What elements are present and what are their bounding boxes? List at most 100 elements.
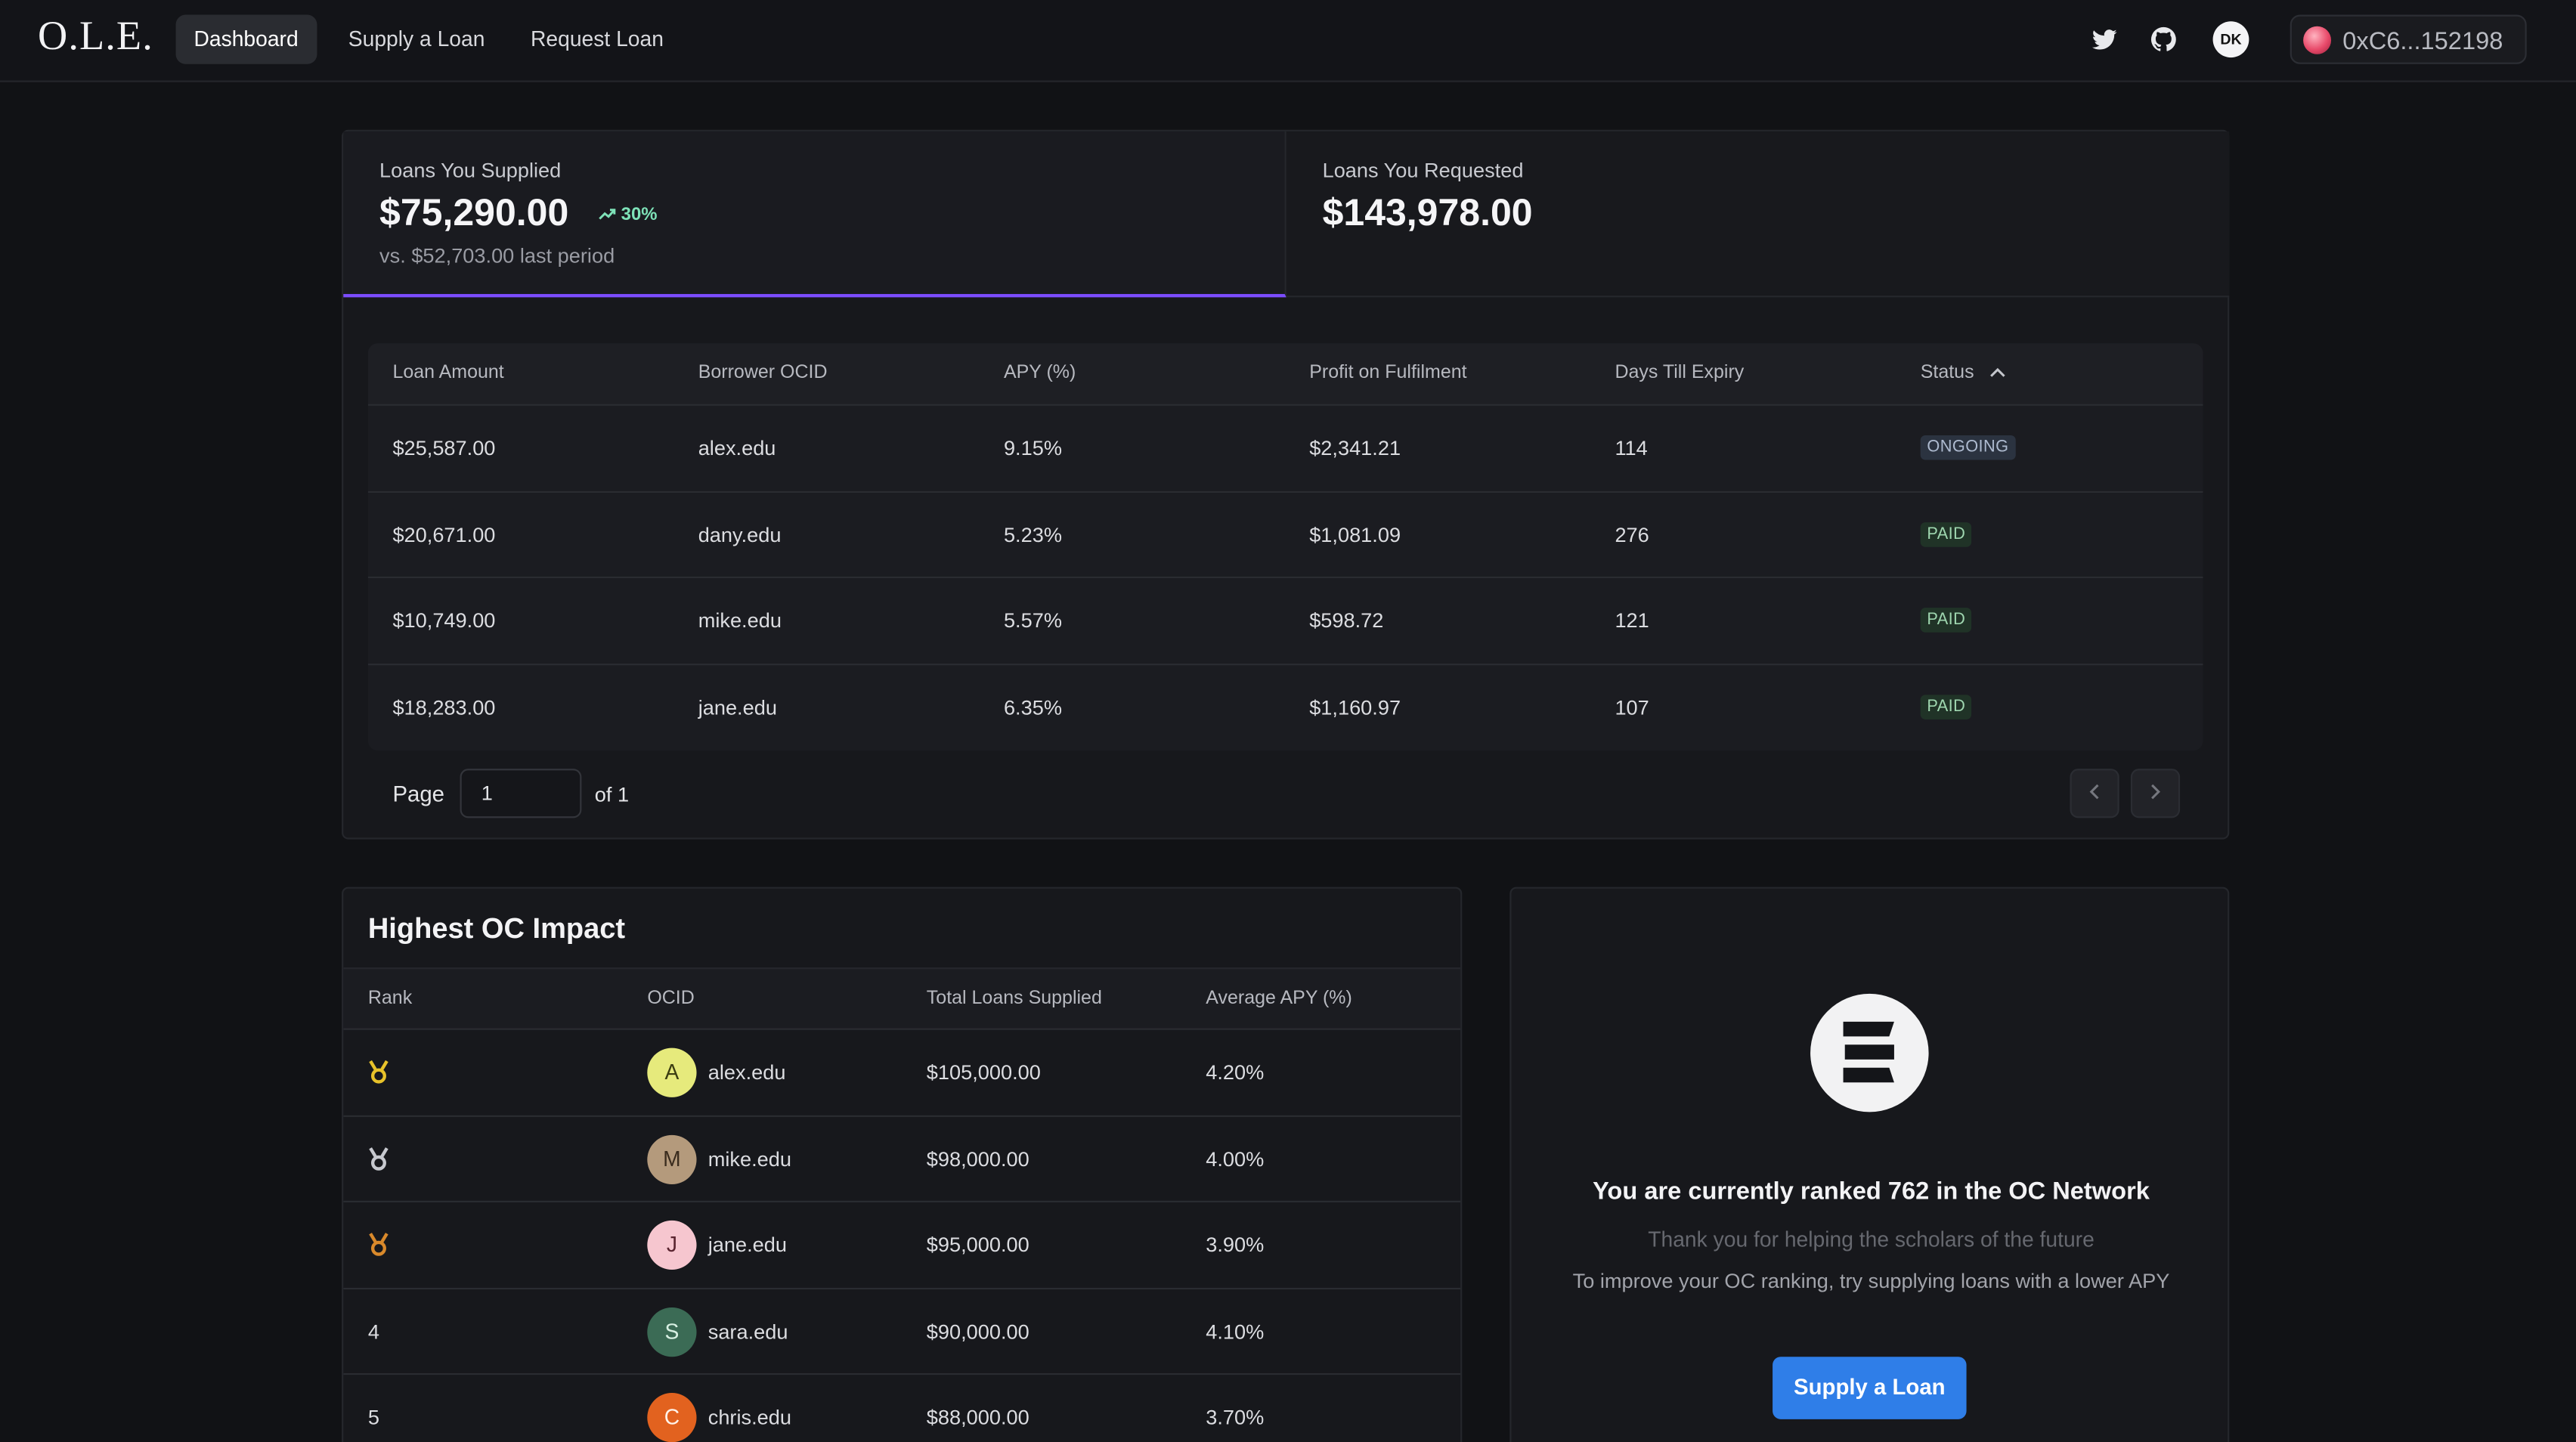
supply-loan-button[interactable]: Supply a Loan <box>1773 1357 1967 1419</box>
col-rank: Rank <box>367 989 413 1009</box>
rank-panel: You are currently ranked 762 in the OC N… <box>1509 887 2230 1442</box>
requested-label: Loans You Requested <box>1322 159 1524 183</box>
status-badge: PAID <box>1920 694 1972 719</box>
col-loan-amount[interactable]: Loan Amount <box>392 363 503 382</box>
leaderboard-row: 5 Cchris.edu $88,000.00 3.70% <box>343 1375 1460 1442</box>
gold-medal-icon <box>369 1060 389 1084</box>
supplied-delta-value: 30% <box>621 205 658 225</box>
app-root: O.L.E. Dashboard Supply a Loan Request L… <box>0 0 2576 1442</box>
cell-ocid[interactable]: chris.edu <box>708 1406 791 1428</box>
top-navbar: O.L.E. Dashboard Supply a Loan Request L… <box>0 0 2576 82</box>
cell-total-loans: $88,000.00 <box>926 1406 1029 1429</box>
user-avatar[interactable]: DK <box>2212 21 2249 58</box>
cell-rank: 5 <box>367 1406 379 1429</box>
tab-loans-supplied[interactable]: Loans You Supplied $75,290.00 30% vs. $5… <box>343 131 1286 298</box>
leaderboard-row: Aalex.edu $105,000.00 4.20% <box>343 1030 1461 1116</box>
leaderboard-header: Rank OCID Total Loans Supplied Average A… <box>343 967 1461 1030</box>
avatar: C <box>647 1393 697 1442</box>
table-row[interactable]: $20,671.00 dany.edu 5.23% $1,081.09 276 PAID <box>367 492 2203 579</box>
supplied-value: $75,290.00 <box>379 190 569 234</box>
wallet-address: 0xC6...152198 <box>2342 27 2503 56</box>
cell-loan-amount: $10,749.00 <box>392 609 496 633</box>
trend-up-icon <box>599 209 616 220</box>
supplied-delta: 30% <box>598 205 658 225</box>
col-days-till-expiry[interactable]: Days Till Expiry <box>1615 363 1744 382</box>
cell-average-apy: 4.00% <box>1206 1147 1265 1171</box>
cell-loan-amount: $18,283.00 <box>392 695 496 719</box>
leaderboard-card: Highest OC Impact Rank OCID Total Loans … <box>342 887 1463 1442</box>
cell-total-loans: $98,000.00 <box>926 1147 1029 1171</box>
requested-value: $143,978.00 <box>1322 190 1533 234</box>
cell-average-apy: 4.20% <box>1206 1061 1265 1085</box>
chevron-left-icon <box>2089 784 2099 800</box>
tab-loans-requested[interactable]: Loans You Requested $143,978.00 <box>1286 131 2230 298</box>
loans-table-header: Loan Amount Borrower OCID APY (%) Profit… <box>367 343 2203 406</box>
cell-days: 114 <box>1615 437 1648 460</box>
sort-ascending-icon <box>1989 367 2005 377</box>
col-status-label: Status <box>1920 363 1974 383</box>
cell-days: 121 <box>1615 609 1649 633</box>
cell-total-loans: $105,000.00 <box>926 1061 1041 1085</box>
cell-profit: $1,160.97 <box>1309 695 1401 719</box>
page-number-input[interactable] <box>460 769 582 818</box>
cell-ocid[interactable]: alex.edu <box>708 1061 786 1084</box>
table-row[interactable]: $18,283.00 jane.edu 6.35% $1,160.97 107 PAID <box>368 664 2203 750</box>
cell-days: 107 <box>1615 695 1649 719</box>
leaderboard-row: 4 Ssara.edu $90,000.00 4.10% <box>343 1289 1461 1375</box>
cell-borrower-ocid: alex.edu <box>698 437 776 460</box>
brand-logo[interactable]: O.L.E. <box>38 15 153 61</box>
cell-average-apy: 3.90% <box>1206 1233 1265 1257</box>
ocid-logo-icon <box>1810 993 1929 1112</box>
col-apy[interactable]: APY (%) <box>1004 363 1076 382</box>
prev-page-button[interactable] <box>2070 769 2119 818</box>
leaderboard-title: Highest OC Impact <box>367 911 626 945</box>
col-status[interactable]: Status <box>1921 363 2006 382</box>
next-page-button[interactable] <box>2130 769 2181 818</box>
wallet-button[interactable]: 0xC6...152198 <box>2290 14 2527 64</box>
stack-logo-icon <box>1843 1021 1894 1083</box>
cell-profit: $598.72 <box>1309 609 1384 633</box>
cell-loan-amount: $20,671.00 <box>392 523 496 546</box>
nav-request-loan[interactable]: Request Loan <box>512 15 682 64</box>
cell-ocid[interactable]: sara.edu <box>708 1320 788 1342</box>
cell-ocid[interactable]: jane.edu <box>708 1233 787 1256</box>
loans-overview-card: Loans You Supplied $75,290.00 30% vs. $5… <box>342 129 2230 840</box>
chevron-right-icon <box>2151 784 2160 800</box>
col-borrower-ocid[interactable]: Borrower OCID <box>698 363 828 382</box>
rank-thanks: Thank you for helping the scholars of th… <box>1648 1227 2095 1252</box>
cell-borrower-ocid: jane.edu <box>698 695 777 719</box>
cell-profit: $2,341.21 <box>1309 437 1401 460</box>
table-row[interactable]: $25,587.00 alex.edu 9.15% $2,341.21 114 ONGOI… <box>367 406 2203 492</box>
cell-average-apy: 4.10% <box>1206 1320 1265 1343</box>
status-badge: PAID <box>1920 521 1972 546</box>
page-total: of 1 <box>594 783 630 807</box>
cell-apy: 9.15% <box>1003 437 1063 460</box>
col-total-loans: Total Loans Supplied <box>926 989 1102 1009</box>
col-average-apy: Average APY (%) <box>1206 989 1352 1009</box>
bronze-medal-icon <box>369 1233 389 1256</box>
cell-borrower-ocid: mike.edu <box>698 609 782 633</box>
wallet-identicon <box>2303 26 2332 54</box>
status-badge: PAID <box>1920 608 1972 633</box>
cell-average-apy: 3.70% <box>1206 1406 1265 1429</box>
nav-dashboard[interactable]: Dashboard <box>175 14 317 64</box>
cell-apy: 5.57% <box>1003 609 1063 633</box>
table-row[interactable]: $10,749.00 mike.edu 5.57% $598.72 121 PAID <box>367 578 2203 665</box>
cell-total-loans: $95,000.00 <box>926 1233 1029 1257</box>
loans-table: Loan Amount Borrower OCID APY (%) Profit… <box>367 343 2203 751</box>
github-icon[interactable] <box>2149 25 2178 54</box>
rank-tip: To improve your OC ranking, try supplyin… <box>1572 1270 2170 1293</box>
twitter-icon[interactable] <box>2090 25 2119 54</box>
nav-supply-loan[interactable]: Supply a Loan <box>330 15 503 64</box>
cell-apy: 6.35% <box>1003 695 1063 719</box>
col-profit[interactable]: Profit on Fulfilment <box>1309 363 1466 382</box>
avatar: S <box>647 1306 697 1357</box>
cell-borrower-ocid: dany.edu <box>698 523 782 546</box>
cell-ocid[interactable]: mike.edu <box>708 1147 791 1170</box>
leaderboard-row: Mmike.edu $98,000.00 4.00% <box>343 1116 1461 1202</box>
supplied-compare: vs. $52,703.00 last period <box>379 244 615 268</box>
silver-medal-icon <box>369 1146 389 1170</box>
avatar: M <box>647 1134 697 1184</box>
cell-profit: $1,081.09 <box>1309 523 1401 546</box>
status-badge: ONGOING <box>1920 435 2016 460</box>
